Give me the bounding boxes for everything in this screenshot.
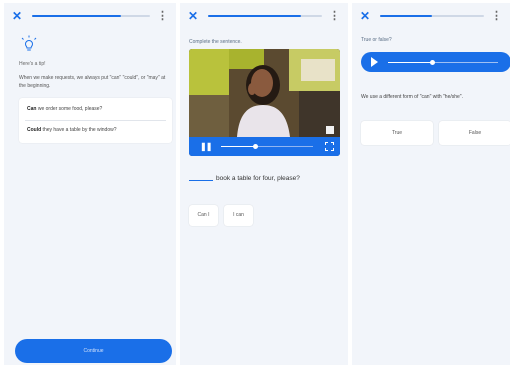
option-button[interactable]: I can <box>224 205 253 226</box>
example-2-keyword: Could <box>27 127 42 133</box>
instruction: Complete the sentence. <box>189 39 242 45</box>
tip-screen: ✕ ⋮ Here's a tip! When we make requests,… <box>4 3 176 365</box>
close-icon[interactable]: ✕ <box>360 9 370 23</box>
progress-fill <box>32 15 121 17</box>
video-controls: ❚❚ <box>189 137 340 156</box>
play-icon[interactable] <box>371 57 378 67</box>
divider <box>25 120 166 121</box>
lightbulb-icon <box>21 35 37 51</box>
question-label: True or false? <box>361 37 392 43</box>
pause-icon[interactable]: ❚❚ <box>200 142 212 151</box>
progress-fill <box>208 15 302 17</box>
progress-bar <box>32 15 150 17</box>
examples-card: Can we order some food, please? Could th… <box>19 98 172 143</box>
example-2: Could they have a table by the window? <box>27 127 117 133</box>
more-vert-icon[interactable]: ⋮ <box>491 9 502 23</box>
video-exercise-screen: ✕ ⋮ Complete the sentence. ❚❚ book a tab… <box>180 3 348 365</box>
false-button[interactable]: False <box>439 121 510 145</box>
top-bar: ✕ ⋮ <box>358 9 504 23</box>
top-bar: ✕ ⋮ <box>186 9 342 23</box>
fullscreen-icon[interactable] <box>325 142 334 151</box>
tip-title: Here's a tip! <box>19 61 46 67</box>
video-frame <box>189 49 340 137</box>
video-player[interactable]: ❚❚ <box>189 49 340 156</box>
progress-bar <box>208 15 322 17</box>
statement: We use a different form of "can" with "h… <box>361 94 463 100</box>
example-2-text: they have a table by the window? <box>41 127 117 133</box>
continue-button[interactable]: Continue <box>15 339 172 363</box>
close-icon[interactable]: ✕ <box>188 9 198 23</box>
audio-player[interactable] <box>361 52 510 72</box>
audio-scrubber[interactable] <box>388 60 498 65</box>
sentence-text: book a table for four, please? <box>216 175 300 182</box>
progress-bar <box>380 15 484 17</box>
top-bar: ✕ ⋮ <box>10 9 170 23</box>
sentence: book a table for four, please? <box>189 175 300 182</box>
answer-blank <box>189 180 213 181</box>
scrubber-handle[interactable] <box>253 144 259 149</box>
option-button[interactable]: Can I <box>189 205 218 226</box>
close-icon[interactable]: ✕ <box>12 9 22 23</box>
example-1-text: we order some food, please? <box>36 106 103 112</box>
more-vert-icon[interactable]: ⋮ <box>329 9 340 23</box>
progress-fill <box>380 15 432 17</box>
more-vert-icon[interactable]: ⋮ <box>157 9 168 23</box>
audio-fill <box>388 62 432 63</box>
tip-body: When we make requests, we always put "ca… <box>19 75 166 89</box>
audio-handle[interactable] <box>429 60 435 65</box>
true-button[interactable]: True <box>361 121 433 145</box>
example-1: Can we order some food, please? <box>27 106 102 112</box>
true-false-screen: ✕ ⋮ True or false? We use a different fo… <box>352 3 510 365</box>
scrubber-fill <box>221 146 256 147</box>
video-scrubber[interactable] <box>221 144 313 149</box>
